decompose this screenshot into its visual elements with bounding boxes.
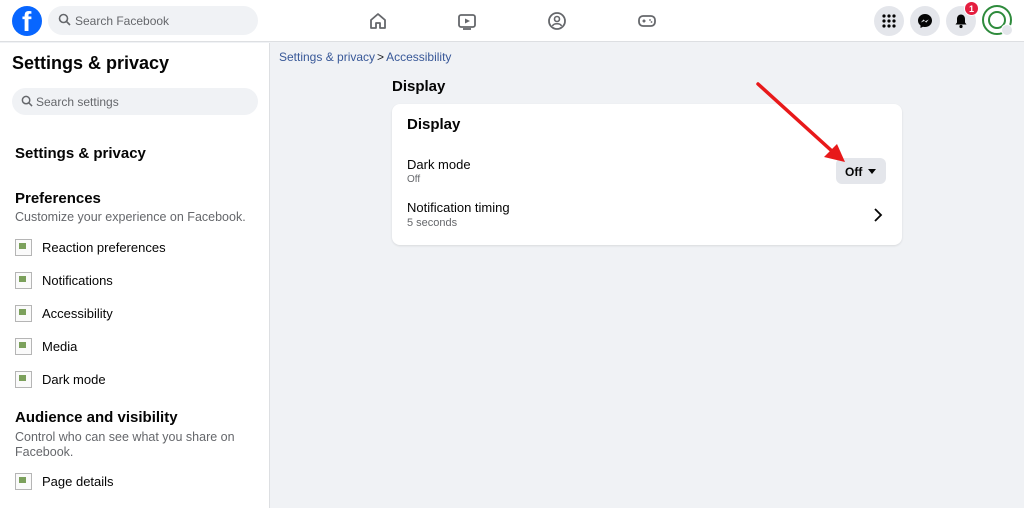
breadcrumb-settings-privacy[interactable]: Settings & privacy <box>279 50 375 64</box>
caret-down-icon <box>868 169 876 174</box>
reaction-preferences-icon <box>15 239 32 256</box>
sidebar-item-page-details[interactable]: Page details <box>15 471 260 493</box>
sidebar-item-label: Dark mode <box>42 372 106 387</box>
sidebar-item-accessibility[interactable]: Accessibility <box>15 303 260 325</box>
sidebar-item-reaction-preferences[interactable]: Reaction preferences <box>15 237 260 259</box>
home-icon[interactable] <box>367 10 389 32</box>
video-icon[interactable] <box>456 10 478 32</box>
annotation-arrow-icon <box>756 82 845 162</box>
audience-visibility-description: Control who can see what you share on Fa… <box>15 430 235 459</box>
settings-sidebar: Settings & privacy Search settings Setti… <box>0 43 270 508</box>
breadcrumb: Settings & privacy > Accessibility <box>279 50 451 64</box>
sidebar-item-label: Notifications <box>42 273 113 288</box>
grid-icon <box>882 14 896 28</box>
breadcrumb-separator: > <box>377 50 385 64</box>
top-navigation-bar: f Search Facebook 1 <box>0 0 1024 42</box>
media-icon <box>15 338 32 355</box>
messenger-icon <box>918 14 932 28</box>
search-facebook-input[interactable]: Search Facebook <box>48 6 258 35</box>
breadcrumb-accessibility[interactable]: Accessibility <box>386 50 451 64</box>
card-title: Display <box>407 116 461 133</box>
page-title: Display <box>392 78 446 95</box>
search-settings-placeholder: Search settings <box>36 95 119 109</box>
audience-visibility-heading: Audience and visibility <box>15 409 178 426</box>
notification-timing-label[interactable]: Notification timing <box>407 200 510 215</box>
sidebar-item-label: Accessibility <box>42 306 113 321</box>
sidebar-item-label: Media <box>42 339 78 354</box>
chevron-right-icon[interactable] <box>872 207 884 223</box>
preferences-heading: Preferences <box>15 190 101 207</box>
logo-letter: f <box>22 6 32 37</box>
notification-timing-value: 5 seconds <box>407 217 458 229</box>
account-avatar[interactable] <box>982 5 1013 36</box>
sidebar-item-settings-privacy[interactable]: Settings & privacy <box>15 145 146 162</box>
dark-mode-icon <box>15 371 32 388</box>
page-details-icon <box>15 473 32 490</box>
account-chevron-down-icon <box>1001 24 1013 36</box>
preferences-description: Customize your experience on Facebook. <box>15 210 246 224</box>
search-icon <box>21 95 33 107</box>
search-placeholder: Search Facebook <box>75 14 170 28</box>
sidebar-item-label: Reaction preferences <box>42 240 166 255</box>
gaming-icon[interactable] <box>636 10 658 32</box>
sidebar-item-notifications[interactable]: Notifications <box>15 270 260 292</box>
search-icon <box>58 13 71 26</box>
bell-icon <box>955 14 967 29</box>
notifications-icon <box>15 272 32 289</box>
sidebar-item-dark-mode[interactable]: Dark mode <box>15 369 260 391</box>
menu-grid-button[interactable] <box>874 6 904 36</box>
sidebar-item-media[interactable]: Media <box>15 336 260 358</box>
messenger-button[interactable] <box>910 6 940 36</box>
sidebar-item-label: Page details <box>42 474 114 489</box>
dark-mode-label: Dark mode <box>407 157 471 172</box>
facebook-logo-icon[interactable]: f <box>12 6 42 37</box>
dark-mode-status: Off <box>407 174 421 185</box>
accessibility-icon <box>15 305 32 322</box>
groups-icon[interactable] <box>546 10 568 32</box>
search-settings-input[interactable]: Search settings <box>12 88 258 115</box>
notification-count-badge: 1 <box>964 1 979 16</box>
sidebar-title: Settings & privacy <box>12 53 170 73</box>
